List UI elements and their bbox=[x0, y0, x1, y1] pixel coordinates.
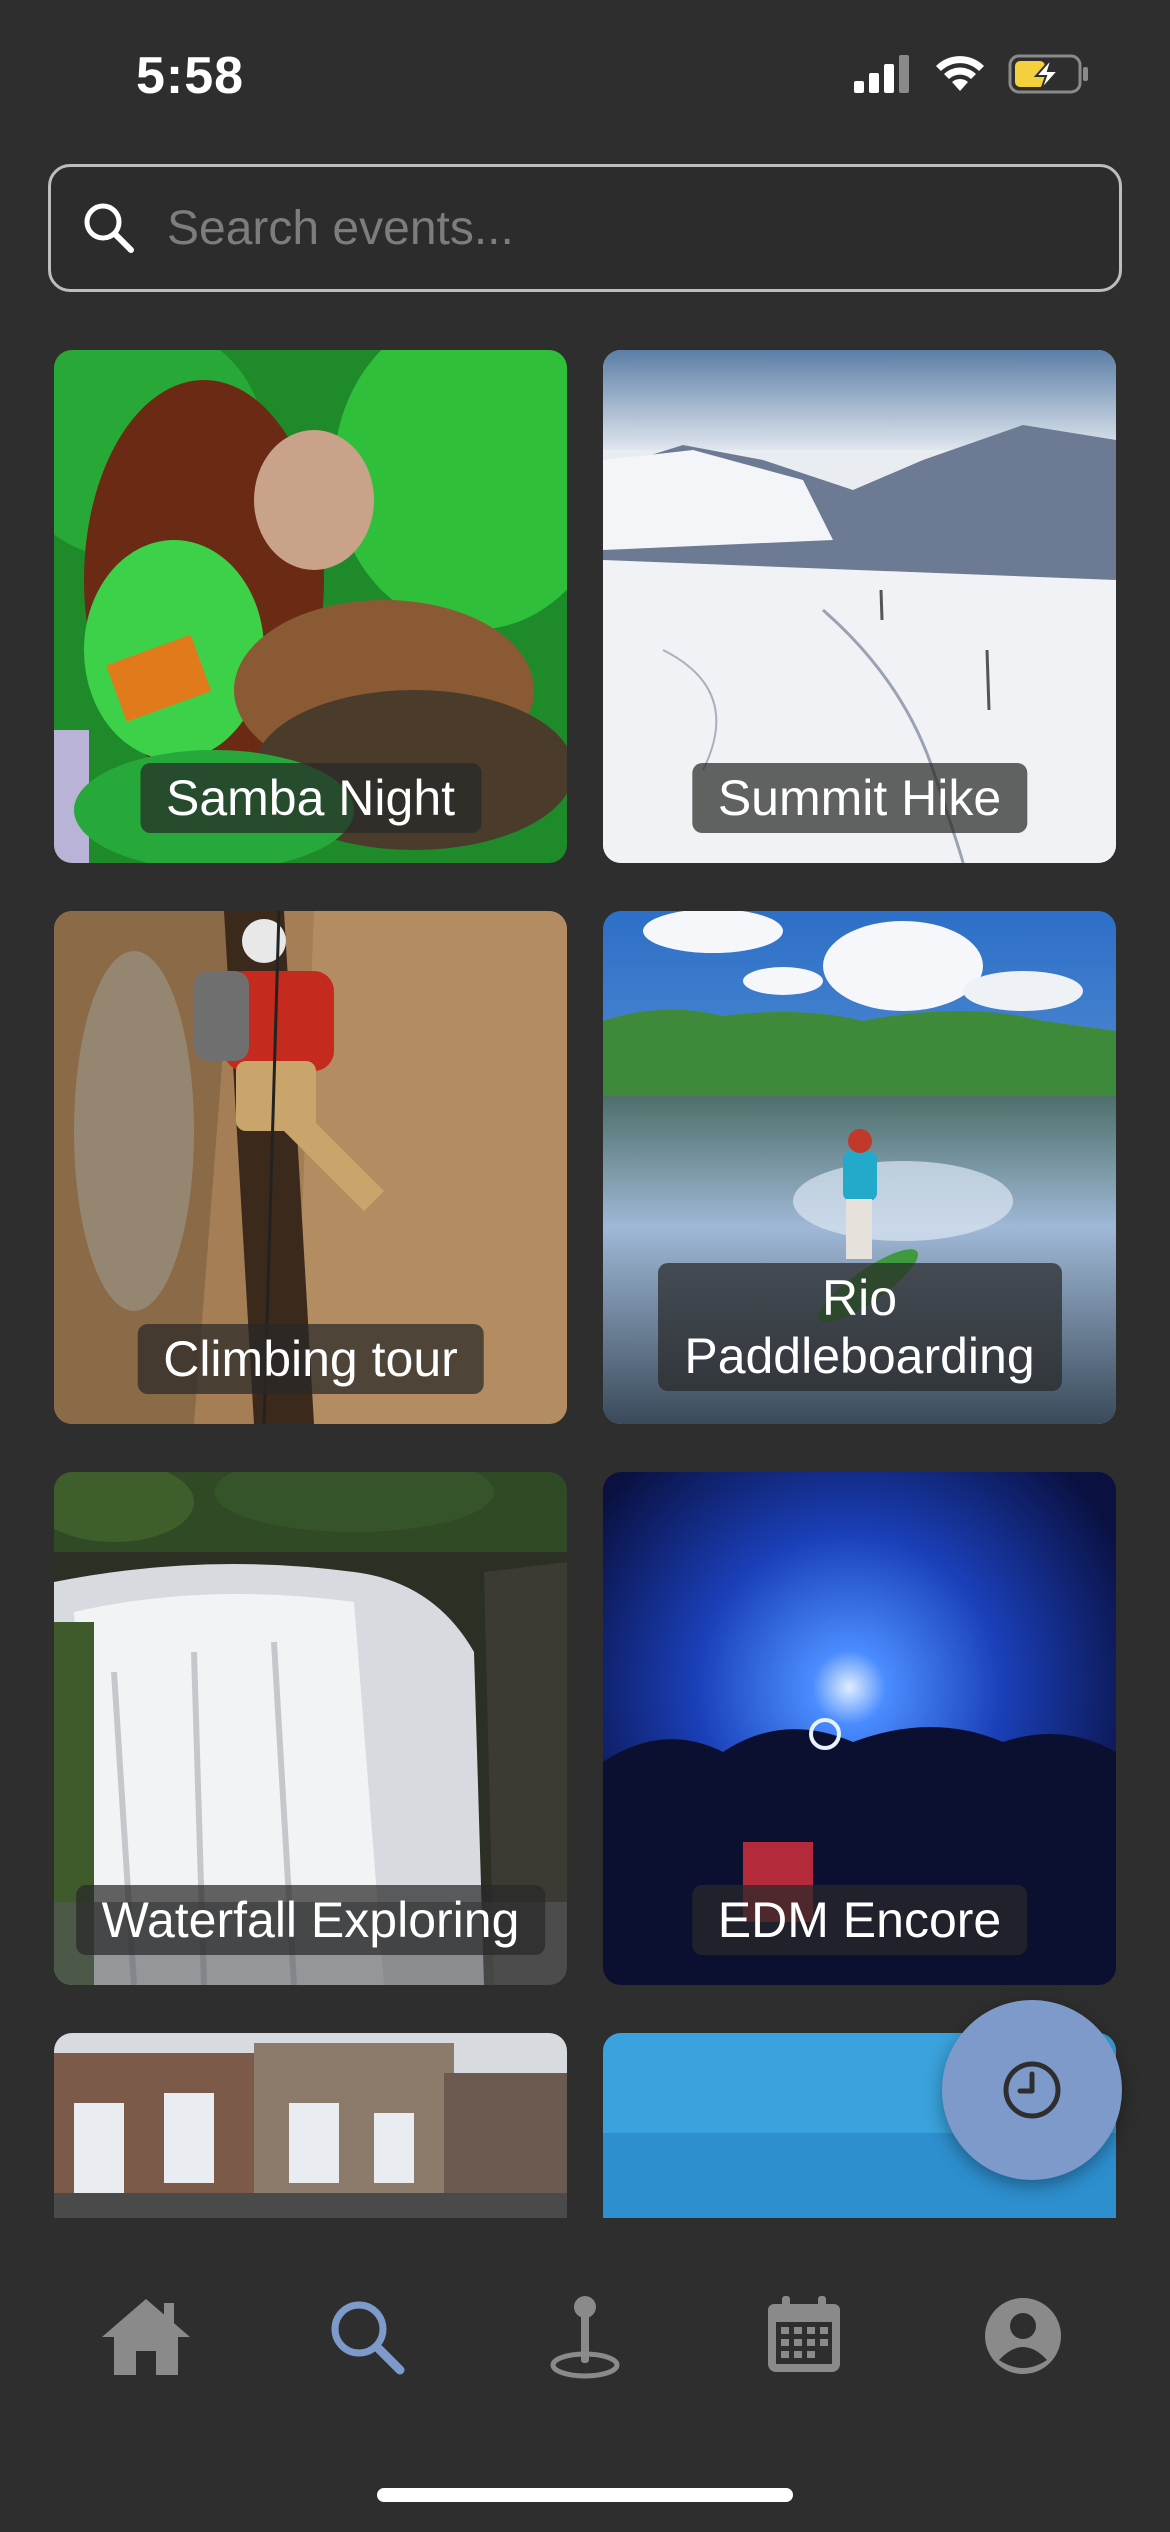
clock-icon bbox=[1003, 2061, 1061, 2119]
search-input[interactable] bbox=[167, 167, 1119, 289]
event-title: Waterfall Exploring bbox=[75, 1885, 546, 1955]
map-pin-icon bbox=[550, 2296, 620, 2379]
status-bar: 5:58 bbox=[0, 0, 1170, 150]
event-card-edm-encore[interactable]: EDM Encore bbox=[603, 1472, 1116, 1985]
calendar-icon bbox=[768, 2296, 840, 2372]
search-icon bbox=[84, 203, 134, 253]
event-title: Climbing tour bbox=[137, 1324, 484, 1394]
event-card-waterfall-exploring[interactable]: Waterfall Exploring bbox=[54, 1472, 567, 1985]
bottom-nav bbox=[0, 2218, 1170, 2532]
signal-icon bbox=[854, 55, 909, 93]
event-title: Summit Hike bbox=[691, 763, 1028, 833]
event-card-samba-night[interactable]: Samba Night bbox=[54, 350, 567, 863]
nav-search[interactable] bbox=[316, 2286, 416, 2386]
nav-calendar[interactable] bbox=[754, 2286, 854, 2386]
event-title: Samba Night bbox=[139, 763, 482, 833]
nav-map[interactable] bbox=[535, 2286, 635, 2386]
search-bar[interactable] bbox=[48, 164, 1122, 292]
nav-profile[interactable] bbox=[973, 2286, 1073, 2386]
event-image bbox=[54, 2033, 567, 2218]
home-icon bbox=[102, 2299, 190, 2375]
profile-icon bbox=[985, 2298, 1061, 2374]
event-card-rio-paddleboarding[interactable]: Rio Paddleboarding bbox=[603, 911, 1116, 1424]
app-screen: 5:58 Search events... Samba Night Summit… bbox=[0, 0, 1170, 2532]
battery-charging-icon bbox=[1008, 54, 1088, 94]
event-title: EDM Encore bbox=[691, 1885, 1028, 1955]
wifi-icon bbox=[936, 56, 984, 91]
event-card-climbing-tour[interactable]: Climbing tour bbox=[54, 911, 567, 1424]
home-indicator[interactable] bbox=[377, 2488, 793, 2502]
status-time: 5:58 bbox=[136, 47, 245, 105]
history-fab-button[interactable] bbox=[942, 2000, 1122, 2180]
event-card-summit-hike[interactable]: Summit Hike bbox=[603, 350, 1116, 863]
events-grid: Samba Night Summit Hike Climbing tour Ri… bbox=[54, 350, 1116, 2218]
search-icon bbox=[331, 2301, 405, 2375]
status-icons bbox=[854, 54, 1090, 94]
event-card-town-street[interactable] bbox=[54, 2033, 567, 2218]
event-title: Rio Paddleboarding bbox=[657, 1263, 1062, 1391]
nav-home[interactable] bbox=[96, 2286, 196, 2386]
